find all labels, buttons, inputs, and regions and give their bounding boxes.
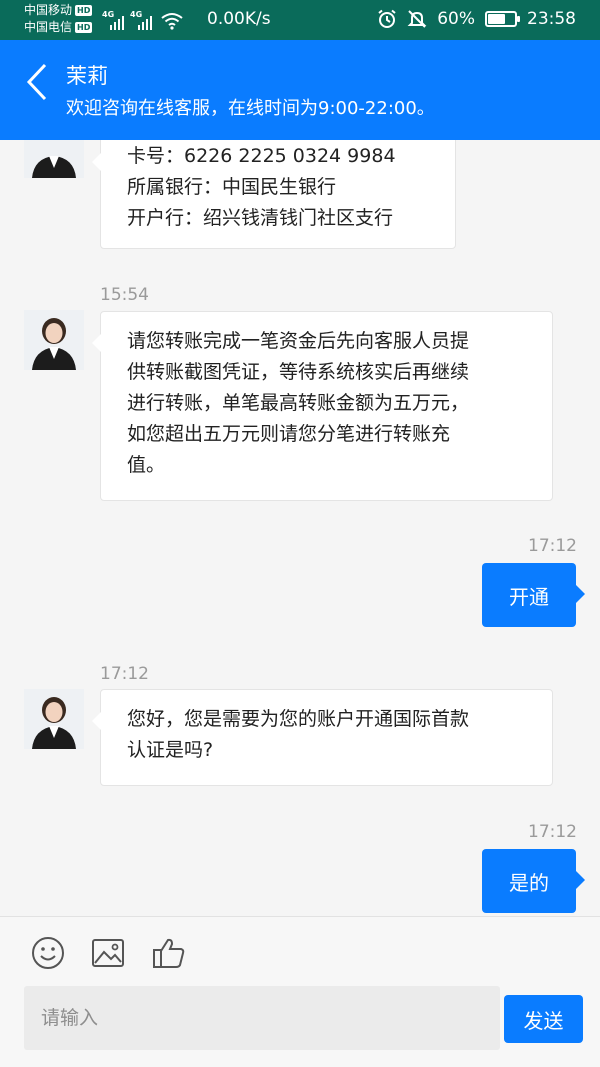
battery-percent: 60% bbox=[437, 9, 475, 29]
carrier-1: 中国移动 bbox=[24, 3, 73, 17]
alarm-icon bbox=[378, 9, 396, 28]
agent-avatar-icon bbox=[24, 689, 84, 749]
message-list[interactable]: 卡号：6226 2225 0324 9984 所属银行：中国民生银行 开户行：绍… bbox=[0, 140, 600, 916]
thumbs-up-icon[interactable] bbox=[151, 935, 187, 971]
battery-icon bbox=[485, 11, 520, 27]
message-time: 17:12 bbox=[528, 536, 577, 556]
image-icon[interactable] bbox=[90, 935, 126, 971]
message-time: 17:12 bbox=[528, 822, 577, 842]
back-arrow-icon[interactable] bbox=[24, 62, 50, 102]
signal-indicators: 4G 4G bbox=[102, 10, 184, 30]
clock: 23:58 bbox=[527, 9, 576, 29]
agent-avatar bbox=[24, 140, 84, 178]
user-message: 开通 bbox=[482, 563, 585, 627]
wifi-icon bbox=[161, 13, 183, 30]
signal-icon: 4G bbox=[130, 10, 152, 30]
signal-icon: 4G bbox=[102, 10, 124, 30]
message-time: 17:12 bbox=[100, 664, 149, 684]
composer: 发送 bbox=[0, 916, 600, 1067]
message-time: 15:54 bbox=[100, 285, 149, 305]
hd-badge: HD bbox=[75, 5, 93, 16]
send-button[interactable]: 发送 bbox=[504, 995, 583, 1043]
hd-badge: HD bbox=[75, 22, 93, 33]
emoji-icon[interactable] bbox=[30, 935, 66, 971]
agent-avatar bbox=[24, 310, 84, 370]
chat-header: 茉莉 欢迎咨询在线客服，在线时间为9:00-22:00。 bbox=[0, 40, 600, 140]
status-bar: 中国移动 HD 中国电信 HD 4G 4G 0.00K/s 60% 23:58 bbox=[0, 0, 600, 40]
user-message: 是的 bbox=[482, 849, 585, 913]
message-input[interactable] bbox=[24, 986, 500, 1050]
service-hours: 欢迎咨询在线客服，在线时间为9:00-22:00。 bbox=[66, 98, 435, 119]
agent-message: 您好，您是需要为您的账户开通国际首款 认证是吗? bbox=[92, 689, 553, 786]
mute-bell-icon bbox=[407, 10, 427, 28]
agent-avatar-icon bbox=[24, 310, 84, 370]
carrier-info: 中国移动 HD 中国电信 HD bbox=[24, 2, 93, 36]
carrier-2: 中国电信 bbox=[24, 20, 73, 34]
agent-message: 卡号：6226 2225 0324 9984 所属银行：中国民生银行 开户行：绍… bbox=[92, 140, 456, 249]
agent-message: 请您转账完成一笔资金后先向客服人员提 供转账截图凭证，等待系统核实后再继续 进行… bbox=[92, 311, 553, 501]
agent-avatar bbox=[24, 689, 84, 749]
network-speed: 0.00K/s bbox=[207, 9, 271, 29]
agent-avatar-icon bbox=[24, 140, 84, 178]
agent-name: 茉莉 bbox=[66, 64, 108, 88]
message-input-box[interactable] bbox=[24, 986, 500, 1050]
